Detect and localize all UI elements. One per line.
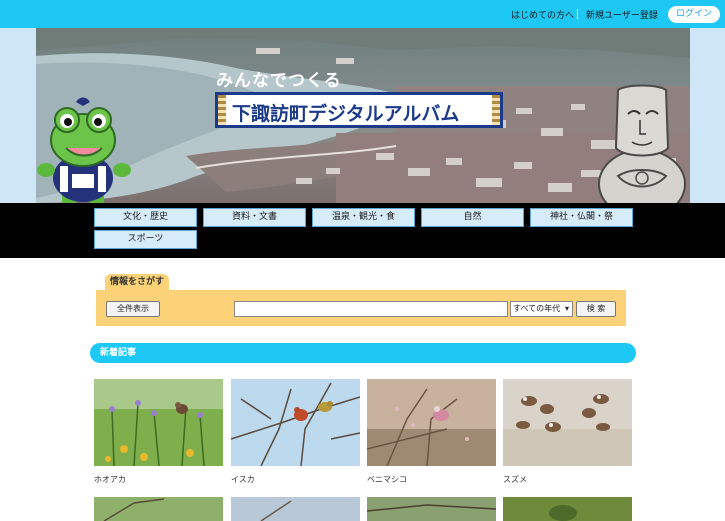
keyword-search-input[interactable]	[234, 301, 508, 317]
article-thumbnail[interactable]	[503, 379, 632, 466]
site-title: 下諏訪町デジタルアルバム	[232, 103, 460, 125]
bird-photo-benimashiko	[367, 379, 496, 466]
bird-photo-suzume	[503, 379, 632, 466]
article-photo	[503, 497, 632, 521]
search-panel: 全件表示 すべての年代 ▾ 検 索	[96, 290, 626, 326]
nav-culture-history[interactable]: 文化・歴史	[94, 208, 197, 227]
bird-photo-hooaka	[94, 379, 223, 466]
first-time-link[interactable]: はじめての方へ	[511, 8, 574, 21]
nav-shrines-temples-festivals[interactable]: 神社・仏閣・祭	[530, 208, 633, 227]
article-thumbnail[interactable]	[231, 497, 360, 521]
nav-nature[interactable]: 自然	[421, 208, 524, 227]
title-ornament-right	[492, 95, 500, 125]
era-select[interactable]: すべての年代 ▾	[510, 301, 573, 317]
article-thumbnail[interactable]	[503, 497, 632, 521]
article-title[interactable]: スズメ	[503, 474, 527, 485]
article-photo	[231, 497, 360, 521]
hero-banner: みんなでつくる 下諏訪町デジタルアルバム	[0, 28, 725, 203]
stone-buddha-mascot-icon	[598, 84, 686, 203]
nav-sports[interactable]: スポーツ	[94, 230, 197, 249]
header-divider	[577, 9, 578, 19]
article-thumbnail[interactable]	[231, 379, 360, 466]
article-title[interactable]: イスカ	[231, 474, 255, 485]
top-bar: はじめての方へ 新規ユーザー登録 ログイン	[0, 0, 725, 28]
title-ornament-left	[218, 95, 226, 125]
search-button[interactable]: 検 索	[576, 301, 616, 317]
nav-onsen-tourism-food[interactable]: 温泉・観光・食	[312, 208, 415, 227]
bird-photo-isuka	[231, 379, 360, 466]
category-nav: 文化・歴史 資料・文書 温泉・観光・食 自然 神社・仏閣・祭 スポーツ	[0, 203, 725, 258]
article-thumbnail[interactable]	[367, 497, 496, 521]
nav-documents[interactable]: 資料・文書	[203, 208, 306, 227]
article-thumbnail[interactable]	[367, 379, 496, 466]
frog-mascot-icon	[37, 97, 131, 203]
login-button[interactable]: ログイン	[668, 6, 720, 23]
hero-tagline: みんなでつくる	[216, 71, 342, 91]
show-all-button[interactable]: 全件表示	[106, 301, 160, 317]
article-thumbnail[interactable]	[94, 379, 223, 466]
chevron-down-icon: ▾	[564, 304, 569, 313]
new-articles-heading: 新着記事	[90, 343, 636, 363]
article-title[interactable]: ベニマシコ	[367, 474, 407, 485]
era-select-value: すべての年代	[513, 304, 561, 313]
hero-photo: みんなでつくる 下諏訪町デジタルアルバム	[36, 28, 690, 203]
article-photo	[94, 497, 223, 521]
article-title[interactable]: ホオアカ	[94, 474, 126, 485]
article-photo	[367, 497, 496, 521]
hero-title-plate: 下諏訪町デジタルアルバム	[215, 92, 503, 128]
register-link[interactable]: 新規ユーザー登録	[586, 8, 658, 21]
article-thumbnail[interactable]	[94, 497, 223, 521]
search-tab: 情報をさがす	[105, 274, 169, 291]
